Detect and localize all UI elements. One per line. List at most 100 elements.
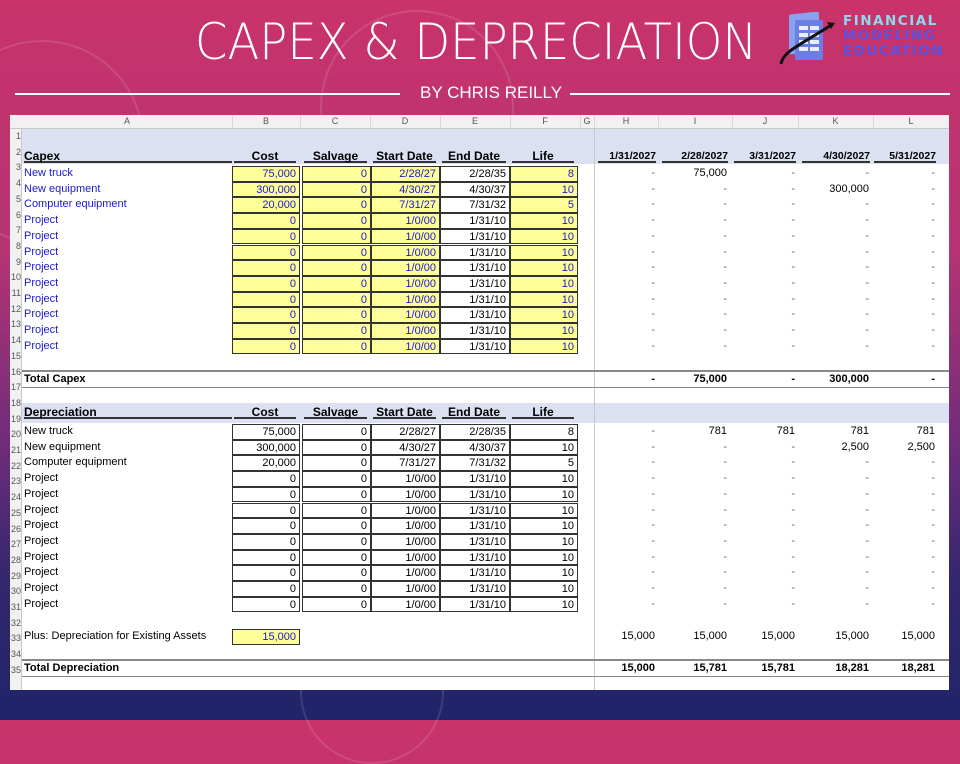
- period-value[interactable]: -: [596, 550, 658, 566]
- period-value[interactable]: -: [596, 534, 658, 550]
- period-value[interactable]: -: [660, 245, 730, 261]
- period-value[interactable]: -: [800, 487, 872, 503]
- period-value[interactable]: -: [596, 276, 658, 292]
- column-header-f[interactable]: F: [510, 115, 581, 128]
- period-value[interactable]: -: [872, 245, 938, 261]
- asset-end-cell[interactable]: 1/31/10: [440, 533, 510, 550]
- asset-life-cell[interactable]: 10: [510, 260, 578, 276]
- asset-cost-cell[interactable]: 300,000: [232, 181, 300, 198]
- asset-cost-cell[interactable]: 0: [232, 471, 300, 487]
- column-header-a[interactable]: A: [22, 115, 233, 128]
- period-value[interactable]: -: [732, 166, 798, 182]
- asset-salvage-cell[interactable]: 0: [302, 486, 371, 503]
- total-depreciation-value[interactable]: 15,781: [660, 661, 730, 677]
- period-value[interactable]: -: [872, 455, 938, 471]
- column-header-g[interactable]: G: [580, 115, 595, 128]
- asset-end-cell[interactable]: 1/31/10: [440, 260, 510, 276]
- period-value[interactable]: -: [596, 597, 658, 613]
- column-header-i[interactable]: I: [658, 115, 733, 128]
- period-value[interactable]: -: [660, 440, 730, 456]
- asset-start-cell[interactable]: 1/0/00: [371, 486, 440, 503]
- row-number[interactable]: 35: [10, 663, 21, 678]
- period-value[interactable]: -: [732, 339, 798, 355]
- asset-cost-cell[interactable]: 0: [232, 533, 300, 550]
- period-value[interactable]: -: [732, 307, 798, 323]
- total-depreciation-value[interactable]: 18,281: [872, 661, 938, 677]
- asset-life-cell[interactable]: 10: [510, 549, 578, 566]
- column-header-h[interactable]: H: [594, 115, 659, 128]
- asset-cost-cell[interactable]: 0: [232, 213, 300, 229]
- period-value[interactable]: -: [872, 550, 938, 566]
- period-value[interactable]: 781: [660, 424, 730, 440]
- period-value[interactable]: -: [872, 339, 938, 355]
- period-value[interactable]: -: [596, 440, 658, 456]
- asset-salvage-cell[interactable]: 0: [302, 213, 371, 229]
- row-number[interactable]: 32: [10, 616, 21, 631]
- period-value[interactable]: -: [800, 565, 872, 581]
- asset-start-cell[interactable]: 2/28/27: [371, 166, 440, 182]
- asset-salvage-cell[interactable]: 0: [302, 244, 371, 261]
- asset-start-cell[interactable]: 1/0/00: [371, 260, 440, 276]
- period-value[interactable]: 2,500: [800, 440, 872, 456]
- period-value[interactable]: -: [872, 213, 938, 229]
- row-number[interactable]: 30: [10, 584, 21, 599]
- period-value[interactable]: -: [660, 503, 730, 519]
- period-value[interactable]: -: [800, 292, 872, 308]
- period-value[interactable]: -: [872, 260, 938, 276]
- asset-end-cell[interactable]: 4/30/37: [440, 439, 510, 456]
- asset-start-cell[interactable]: 1/0/00: [371, 291, 440, 308]
- asset-start-cell[interactable]: 4/30/27: [371, 439, 440, 456]
- asset-end-cell[interactable]: 1/31/10: [440, 549, 510, 566]
- period-value[interactable]: -: [872, 166, 938, 182]
- asset-end-cell[interactable]: 1/31/10: [440, 502, 510, 519]
- asset-end-cell[interactable]: 1/31/10: [440, 581, 510, 597]
- row-number[interactable]: 1: [10, 129, 21, 144]
- asset-start-cell[interactable]: 1/0/00: [371, 518, 440, 534]
- period-value[interactable]: -: [596, 471, 658, 487]
- asset-life-cell[interactable]: 10: [510, 596, 578, 613]
- period-value[interactable]: -: [596, 323, 658, 339]
- row-number[interactable]: 24: [10, 490, 21, 505]
- asset-end-cell[interactable]: 2/28/35: [440, 424, 510, 440]
- asset-cost-cell[interactable]: 0: [232, 291, 300, 308]
- asset-start-cell[interactable]: 1/0/00: [371, 596, 440, 613]
- period-value[interactable]: -: [872, 487, 938, 503]
- asset-cost-cell[interactable]: 0: [232, 518, 300, 534]
- period-value[interactable]: -: [660, 323, 730, 339]
- row-number[interactable]: 34: [10, 647, 21, 662]
- asset-start-cell[interactable]: 1/0/00: [371, 549, 440, 566]
- period-value[interactable]: -: [732, 550, 798, 566]
- row-number[interactable]: 15: [10, 349, 21, 364]
- period-value[interactable]: -: [660, 182, 730, 198]
- total-capex-value[interactable]: -: [872, 372, 938, 388]
- asset-end-cell[interactable]: 7/31/32: [440, 197, 510, 214]
- asset-cost-cell[interactable]: 0: [232, 565, 300, 581]
- asset-cost-cell[interactable]: 300,000: [232, 439, 300, 456]
- row-number[interactable]: 7: [10, 223, 21, 238]
- asset-start-cell[interactable]: 1/0/00: [371, 307, 440, 323]
- period-value[interactable]: -: [732, 471, 798, 487]
- asset-end-cell[interactable]: 1/31/10: [440, 244, 510, 261]
- period-value[interactable]: -: [872, 182, 938, 198]
- row-number[interactable]: 19: [10, 412, 21, 427]
- period-value[interactable]: -: [800, 166, 872, 182]
- asset-life-cell[interactable]: 10: [510, 502, 578, 519]
- period-value[interactable]: 781: [800, 424, 872, 440]
- row-number[interactable]: 27: [10, 537, 21, 552]
- asset-salvage-cell[interactable]: 0: [302, 197, 371, 214]
- row-number[interactable]: 26: [10, 522, 21, 537]
- asset-end-cell[interactable]: 1/31/10: [440, 471, 510, 487]
- asset-start-cell[interactable]: 1/0/00: [371, 502, 440, 519]
- period-value[interactable]: -: [660, 229, 730, 245]
- period-value[interactable]: -: [872, 307, 938, 323]
- period-value[interactable]: -: [732, 455, 798, 471]
- existing-assets-value[interactable]: 15,000: [660, 629, 730, 645]
- period-value[interactable]: 300,000: [800, 182, 872, 198]
- asset-salvage-cell[interactable]: 0: [302, 471, 371, 487]
- period-value[interactable]: -: [800, 550, 872, 566]
- period-value[interactable]: -: [800, 534, 872, 550]
- asset-start-cell[interactable]: 1/0/00: [371, 581, 440, 597]
- asset-end-cell[interactable]: 1/31/10: [440, 275, 510, 292]
- row-number[interactable]: 31: [10, 600, 21, 615]
- period-value[interactable]: -: [660, 213, 730, 229]
